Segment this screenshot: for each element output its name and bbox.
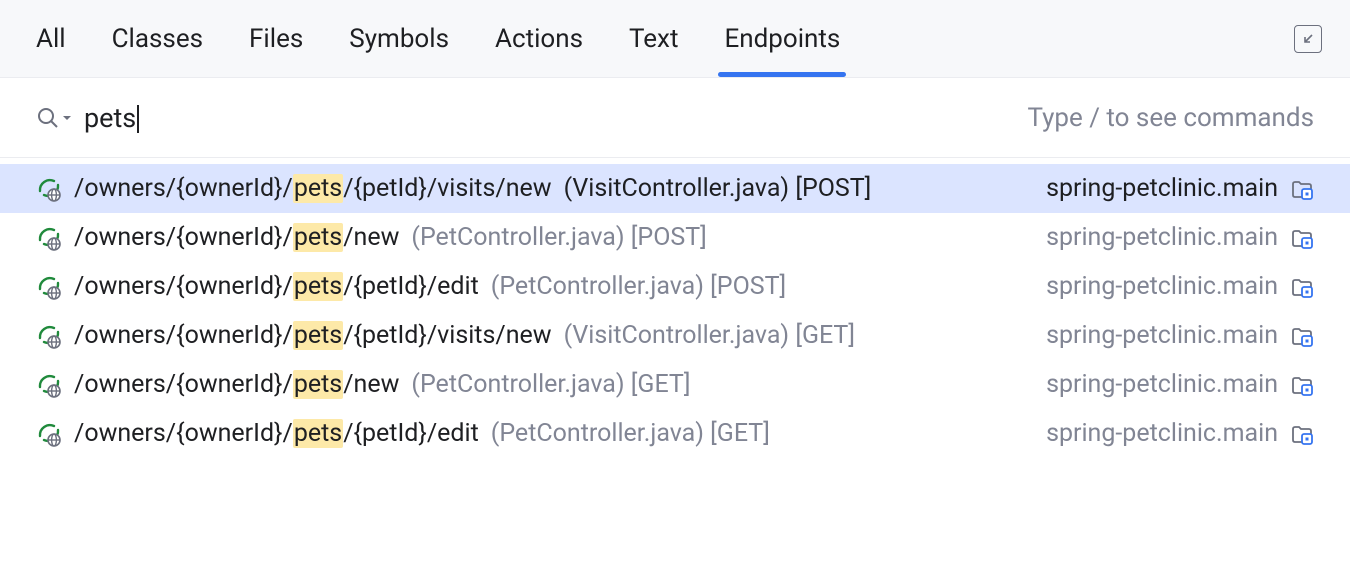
result-row[interactable]: /owners/{ownerId}/pets/new (PetControlle… bbox=[0, 360, 1350, 409]
path-post: /{petId}/edit bbox=[343, 419, 479, 448]
path-pre: /owners/{ownerId}/ bbox=[74, 370, 293, 399]
path-post: /{petId}/visits/new bbox=[343, 321, 551, 350]
open-in-tool-window-button[interactable] bbox=[1294, 25, 1322, 53]
path-pre: /owners/{ownerId}/ bbox=[74, 174, 293, 203]
result-module: spring-petclinic.main bbox=[1046, 223, 1278, 252]
chevron-down-icon bbox=[62, 113, 72, 123]
tab-text[interactable]: Text bbox=[629, 0, 678, 77]
tabs: All Classes Files Symbols Actions Text Endpoin… bbox=[36, 0, 840, 77]
results-list: /owners/{ownerId}/pets/{petId}/visits/ne… bbox=[0, 158, 1350, 568]
path-match: pets bbox=[293, 419, 343, 448]
result-location: (PetController.java) [GET] bbox=[411, 370, 690, 399]
result-module: spring-petclinic.main bbox=[1046, 272, 1278, 301]
path-post: /{petId}/visits/new bbox=[343, 174, 551, 203]
result-location: (PetController.java) [POST] bbox=[491, 272, 786, 301]
text-cursor bbox=[137, 105, 139, 133]
tab-actions[interactable]: Actions bbox=[495, 0, 583, 77]
path-pre: /owners/{ownerId}/ bbox=[74, 419, 293, 448]
search-input[interactable]: pets bbox=[84, 102, 1015, 134]
path-post: /{petId}/edit bbox=[343, 272, 479, 301]
open-in-tool-window-icon bbox=[1300, 31, 1316, 47]
result-module: spring-petclinic.main bbox=[1046, 419, 1278, 448]
module-icon bbox=[1290, 177, 1314, 201]
endpoint-icon bbox=[36, 372, 62, 398]
module-icon bbox=[1290, 373, 1314, 397]
result-module: spring-petclinic.main bbox=[1046, 174, 1278, 203]
result-row[interactable]: /owners/{ownerId}/pets/new (PetControlle… bbox=[0, 213, 1350, 262]
tab-bar: All Classes Files Symbols Actions Text Endpoin… bbox=[0, 0, 1350, 78]
search-bar: pets Type / to see commands bbox=[0, 78, 1350, 158]
module-icon bbox=[1290, 324, 1314, 348]
result-location: (VisitController.java) [POST] bbox=[564, 174, 872, 203]
search-everywhere-popup: All Classes Files Symbols Actions Text Endpoin… bbox=[0, 0, 1350, 568]
result-path: /owners/{ownerId}/pets/{petId}/visits/ne… bbox=[74, 321, 552, 350]
endpoint-icon bbox=[36, 323, 62, 349]
result-path: /owners/{ownerId}/pets/new bbox=[74, 370, 399, 399]
endpoint-icon bbox=[36, 225, 62, 251]
path-match: pets bbox=[293, 321, 343, 350]
result-path: /owners/{ownerId}/pets/{petId}/visits/ne… bbox=[74, 174, 552, 203]
path-pre: /owners/{ownerId}/ bbox=[74, 272, 293, 301]
tab-all[interactable]: All bbox=[36, 0, 66, 77]
result-module: spring-petclinic.main bbox=[1046, 370, 1278, 399]
path-pre: /owners/{ownerId}/ bbox=[74, 321, 293, 350]
path-pre: /owners/{ownerId}/ bbox=[74, 223, 293, 252]
result-row[interactable]: /owners/{ownerId}/pets/{petId}/visits/ne… bbox=[0, 164, 1350, 213]
path-match: pets bbox=[293, 272, 343, 301]
search-icon[interactable] bbox=[36, 106, 72, 130]
result-location: (VisitController.java) [GET] bbox=[564, 321, 855, 350]
module-icon bbox=[1290, 226, 1314, 250]
result-path: /owners/{ownerId}/pets/new bbox=[74, 223, 399, 252]
result-row[interactable]: /owners/{ownerId}/pets/{petId}/visits/ne… bbox=[0, 311, 1350, 360]
result-module: spring-petclinic.main bbox=[1046, 321, 1278, 350]
tab-endpoints[interactable]: Endpoints bbox=[724, 0, 840, 77]
path-post: /new bbox=[343, 223, 399, 252]
result-location: (PetController.java) [GET] bbox=[491, 419, 770, 448]
search-hint: Type / to see commands bbox=[1027, 103, 1314, 133]
endpoint-icon bbox=[36, 176, 62, 202]
path-match: pets bbox=[293, 370, 343, 399]
result-row[interactable]: /owners/{ownerId}/pets/{petId}/edit (Pet… bbox=[0, 409, 1350, 458]
tab-classes[interactable]: Classes bbox=[112, 0, 203, 77]
endpoint-icon bbox=[36, 274, 62, 300]
module-icon bbox=[1290, 275, 1314, 299]
path-post: /new bbox=[343, 370, 399, 399]
result-path: /owners/{ownerId}/pets/{petId}/edit bbox=[74, 419, 479, 448]
result-row[interactable]: /owners/{ownerId}/pets/{petId}/edit (Pet… bbox=[0, 262, 1350, 311]
module-icon bbox=[1290, 422, 1314, 446]
result-location: (PetController.java) [POST] bbox=[411, 223, 706, 252]
result-path: /owners/{ownerId}/pets/{petId}/edit bbox=[74, 272, 479, 301]
path-match: pets bbox=[293, 174, 343, 203]
tab-symbols[interactable]: Symbols bbox=[349, 0, 449, 77]
search-value: pets bbox=[84, 102, 136, 134]
tab-files[interactable]: Files bbox=[249, 0, 303, 77]
endpoint-icon bbox=[36, 421, 62, 447]
path-match: pets bbox=[293, 223, 343, 252]
